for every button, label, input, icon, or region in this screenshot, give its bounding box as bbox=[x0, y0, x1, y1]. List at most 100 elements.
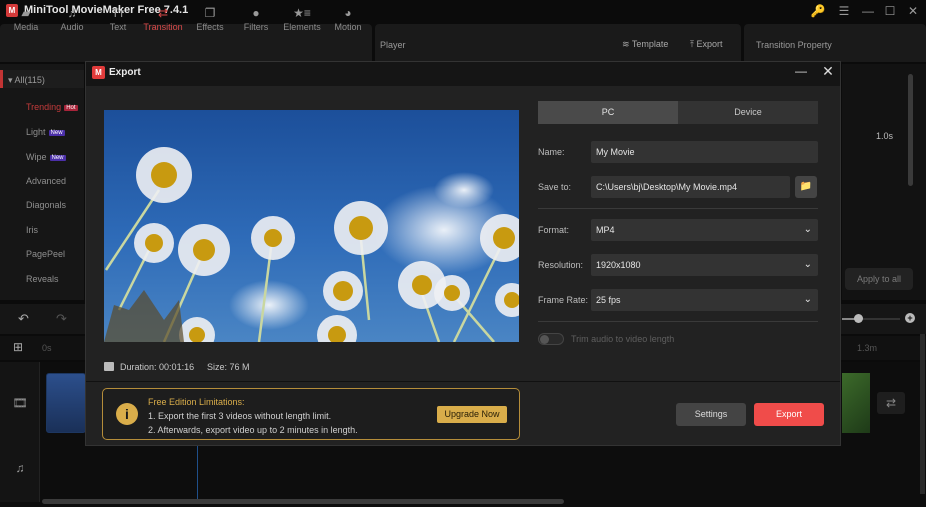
tool-text[interactable]: Tт Text bbox=[96, 6, 140, 32]
size-label: Size: bbox=[207, 362, 228, 372]
tool-filters[interactable]: ● Filters bbox=[234, 6, 278, 32]
timeline-h-scrollbar[interactable] bbox=[42, 499, 564, 504]
elements-icon: ★≡ bbox=[293, 6, 311, 20]
text-icon: Tт bbox=[111, 6, 125, 20]
tool-media[interactable]: ▰ Media bbox=[4, 6, 48, 32]
trim-audio-label: Trim audio to video length bbox=[571, 334, 675, 344]
category-label: Trending bbox=[26, 102, 62, 112]
category-advanced[interactable]: Advanced bbox=[26, 176, 66, 186]
export-button[interactable]: Export bbox=[754, 403, 824, 426]
export-logo-icon: M bbox=[92, 66, 105, 79]
timeline-zoom-knob[interactable] bbox=[854, 314, 863, 323]
minimize-button[interactable]: — bbox=[858, 3, 878, 19]
category-label: Light bbox=[26, 127, 46, 137]
export-dialog-header bbox=[86, 62, 840, 86]
film-icon bbox=[104, 362, 114, 371]
daisy-preview-image bbox=[104, 147, 519, 342]
browse-folder-button[interactable]: 📁 bbox=[795, 176, 817, 198]
audio-icon: ♫ bbox=[67, 6, 77, 20]
export-header-label: Export bbox=[696, 39, 723, 49]
video-track-icon: 🎞 bbox=[12, 396, 28, 410]
zoom-in-icon[interactable]: + bbox=[905, 313, 915, 323]
timeline-v-scrollbar[interactable] bbox=[920, 334, 925, 494]
tab-device[interactable]: Device bbox=[678, 101, 818, 124]
property-panel bbox=[842, 64, 926, 300]
ruler-end-label: 1.3m bbox=[857, 343, 878, 353]
player-label: Player bbox=[380, 40, 406, 50]
tool-label: Audio bbox=[60, 22, 84, 32]
category-all[interactable]: ▾ All(115) bbox=[8, 75, 45, 86]
close-button[interactable]: ✕ bbox=[903, 3, 923, 19]
duration-value: 00:01:16 bbox=[159, 362, 195, 372]
tab-pc[interactable]: PC bbox=[538, 101, 678, 124]
resolution-label: Resolution: bbox=[538, 260, 584, 270]
category-iris[interactable]: Iris bbox=[26, 225, 38, 235]
notice-line-1: 1. Export the first 3 videos without len… bbox=[148, 411, 332, 421]
redo-icon[interactable]: ↷ bbox=[56, 311, 67, 327]
chevron-down-icon: ⌄ bbox=[803, 294, 812, 305]
tool-effects[interactable]: ❐ Effects bbox=[188, 6, 232, 32]
resolution-select[interactable]: 1920x1080 ⌄ bbox=[591, 254, 818, 276]
frame-rate-label: Frame Rate: bbox=[538, 295, 589, 305]
dialog-close-button[interactable]: ✕ bbox=[820, 63, 836, 81]
add-track-icon[interactable]: ⊞ bbox=[13, 340, 23, 354]
tool-audio[interactable]: ♫ Audio bbox=[50, 6, 94, 32]
template-button[interactable]: ≋ Template bbox=[622, 39, 668, 50]
save-to-label: Save to: bbox=[538, 182, 572, 192]
upgrade-now-button[interactable]: Upgrade Now bbox=[437, 406, 507, 423]
name-label: Name: bbox=[538, 147, 565, 157]
apply-to-all-button[interactable]: Apply to all bbox=[845, 268, 913, 290]
all-label: All(115) bbox=[14, 75, 45, 85]
key-icon[interactable]: 🔑 bbox=[808, 3, 828, 19]
transition-slot-icon[interactable]: ⇄ bbox=[877, 392, 905, 414]
chevron-down-icon: ⌄ bbox=[803, 224, 812, 235]
duration-text: Duration: 00:01:16 bbox=[120, 362, 194, 372]
tool-label: Text bbox=[109, 22, 127, 32]
new-badge: New bbox=[48, 130, 65, 136]
save-path-input[interactable]: C:\Users\bj\Desktop\My Movie.mp4 bbox=[591, 176, 790, 198]
name-input[interactable]: My Movie bbox=[591, 141, 818, 163]
dialog-minimize-button[interactable]: — bbox=[794, 64, 808, 80]
category-pagepeel[interactable]: PagePeel bbox=[26, 249, 65, 259]
video-preview bbox=[104, 110, 519, 342]
transition-icon: ⇄ bbox=[157, 6, 169, 20]
tool-transition[interactable]: ⇄ Transition bbox=[140, 6, 186, 32]
category-diagonals[interactable]: Diagonals bbox=[26, 200, 66, 210]
motion-icon: ◕ bbox=[344, 6, 352, 20]
dialog-divider bbox=[86, 381, 840, 382]
new-badge: New bbox=[49, 155, 66, 161]
media-icon: ▰ bbox=[21, 6, 31, 20]
maximize-button[interactable]: ☐ bbox=[880, 3, 900, 19]
menu-button[interactable]: ☰ bbox=[834, 3, 854, 19]
tool-motion[interactable]: ◕ Motion bbox=[326, 6, 370, 32]
frame-rate-value: 25 fps bbox=[596, 295, 621, 305]
tool-elements[interactable]: ★≡ Elements bbox=[280, 6, 324, 32]
video-clip[interactable] bbox=[46, 373, 86, 433]
player-header bbox=[375, 24, 741, 62]
format-label: Format: bbox=[538, 225, 570, 235]
folder-icon: 📁 bbox=[799, 181, 813, 192]
toggle-knob bbox=[540, 335, 549, 344]
format-select[interactable]: MP4 ⌄ bbox=[591, 219, 818, 241]
duration-slider[interactable] bbox=[908, 74, 913, 186]
undo-icon[interactable]: ↶ bbox=[18, 311, 29, 327]
category-wipe[interactable]: Wipe New bbox=[26, 152, 66, 162]
frame-rate-select[interactable]: 25 fps ⌄ bbox=[591, 289, 818, 311]
ruler-start-label: 0s bbox=[42, 343, 52, 353]
playhead[interactable] bbox=[197, 446, 198, 500]
category-trending[interactable]: Trending Hot bbox=[26, 102, 78, 112]
size-text: Size: 76 M bbox=[207, 362, 250, 372]
tool-label: Effects bbox=[196, 22, 224, 32]
settings-button[interactable]: Settings bbox=[676, 403, 746, 426]
tool-label: Transition bbox=[143, 22, 183, 32]
template-label: Template bbox=[631, 39, 669, 49]
video-clip-2[interactable] bbox=[842, 373, 870, 433]
export-header-button[interactable]: ⤒ Export bbox=[690, 39, 723, 50]
tool-label: Elements bbox=[283, 22, 321, 32]
category-reveals[interactable]: Reveals bbox=[26, 274, 59, 284]
notice-title: Free Edition Limitations: bbox=[148, 397, 245, 407]
audio-track-icon: ♫ bbox=[15, 461, 25, 475]
category-light[interactable]: Light New bbox=[26, 127, 65, 137]
section-divider bbox=[538, 208, 818, 209]
effects-icon: ❐ bbox=[204, 6, 216, 20]
